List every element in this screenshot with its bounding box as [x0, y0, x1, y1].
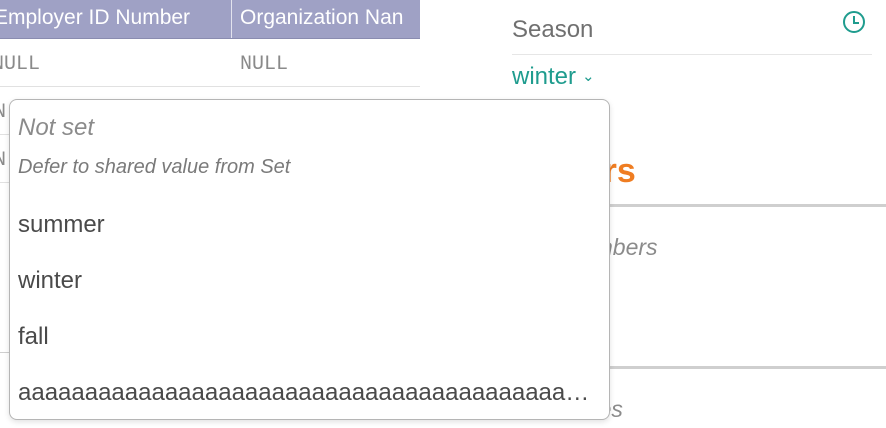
- clock-icon[interactable]: [843, 11, 865, 33]
- season-select[interactable]: winter ⌄: [512, 63, 595, 91]
- divider: [512, 54, 872, 55]
- option-not-set[interactable]: Not set: [18, 114, 94, 142]
- table-cell: NULL: [240, 53, 289, 76]
- chevron-down-icon: ⌄: [582, 68, 595, 85]
- table-header: Employer ID Number Organization Nan: [0, 0, 420, 39]
- table-cell: NULL: [0, 53, 41, 76]
- column-header-employer-id[interactable]: Employer ID Number: [0, 0, 232, 38]
- defer-note: Defer to shared value from Set: [18, 156, 291, 178]
- season-label: Season: [512, 16, 594, 43]
- table-row[interactable]: NULL NULL: [0, 39, 420, 87]
- option-summer[interactable]: summer: [18, 211, 105, 239]
- season-dropdown-menu: Not set Defer to shared value from Set s…: [9, 99, 610, 420]
- option-fall[interactable]: fall: [18, 323, 49, 351]
- option-winter[interactable]: winter: [18, 267, 82, 295]
- option-long-value[interactable]: aaaaaaaaaaaaaaaaaaaaaaaaaaaaaaaaaaaaaaaa…: [18, 379, 590, 407]
- column-header-organization-name[interactable]: Organization Nan: [240, 0, 420, 38]
- season-value: winter: [512, 63, 577, 90]
